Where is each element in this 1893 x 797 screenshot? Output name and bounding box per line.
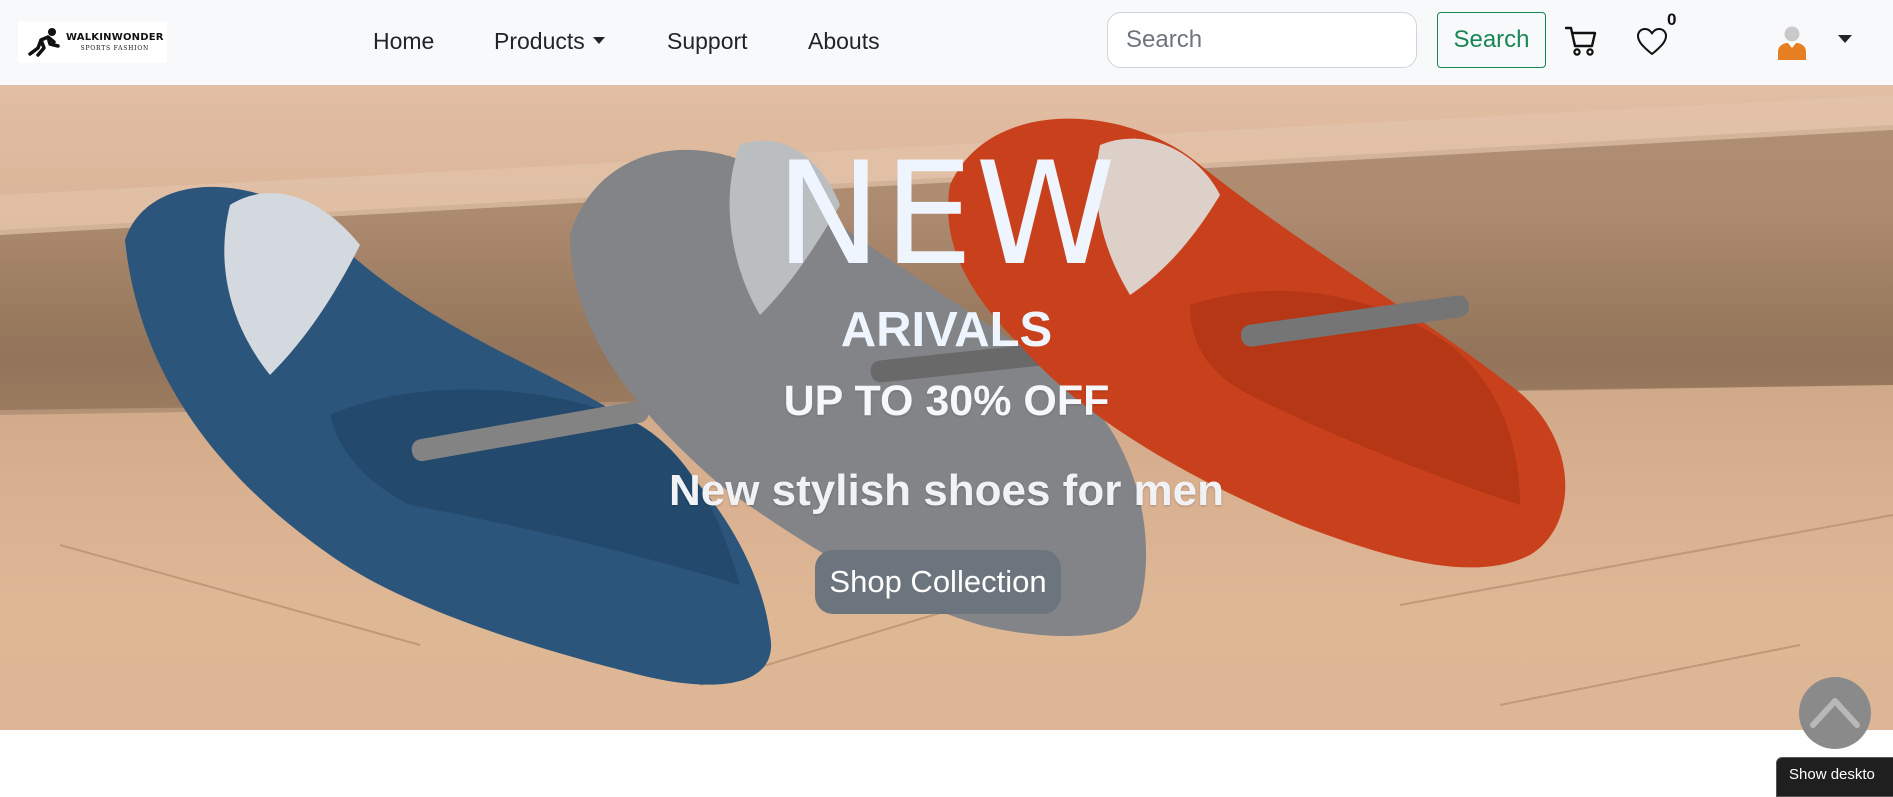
user-menu-chevron-icon[interactable] — [1838, 35, 1852, 43]
hero-headline: NEW — [775, 132, 1118, 297]
wishlist-count-badge: 0 — [1667, 10, 1677, 29]
runner-logo-icon — [28, 28, 60, 57]
hero-tagline: New stylish shoes for men — [668, 466, 1225, 515]
brand-name: WALKINWONDER — [66, 32, 164, 43]
avatar-icon[interactable] — [1776, 24, 1808, 60]
shop-collection-button[interactable]: Shop Collection — [815, 550, 1061, 614]
chevron-up-icon — [1810, 698, 1860, 728]
hero-banner: NEW ARIVALS UP TO 30% OFF New stylish sh… — [0, 85, 1893, 730]
heart-icon[interactable] — [1636, 27, 1668, 57]
nav-link-products[interactable]: Products — [494, 26, 605, 56]
search-input[interactable] — [1107, 12, 1417, 68]
top-navbar: WALKINWONDER SPORTS FASHION Home Product… — [0, 0, 1893, 85]
nav-link-home[interactable]: Home — [373, 26, 434, 56]
scroll-to-top-button[interactable] — [1799, 677, 1871, 749]
desktop-tooltip: Show deskto — [1776, 757, 1893, 797]
nav-link-abouts[interactable]: Abouts — [808, 26, 880, 56]
hero-subheadline: ARIVALS — [840, 303, 1053, 357]
search-button[interactable]: Search — [1437, 12, 1546, 68]
nav-link-support[interactable]: Support — [667, 26, 748, 56]
nav-products-label: Products — [494, 28, 585, 54]
brand-tagline: SPORTS FASHION — [80, 45, 150, 52]
chevron-down-icon — [592, 37, 605, 45]
cart-icon[interactable] — [1564, 24, 1598, 58]
hero-offer: UP TO 30% OFF — [783, 377, 1110, 425]
brand-logo[interactable]: WALKINWONDER SPORTS FASHION — [18, 21, 167, 63]
